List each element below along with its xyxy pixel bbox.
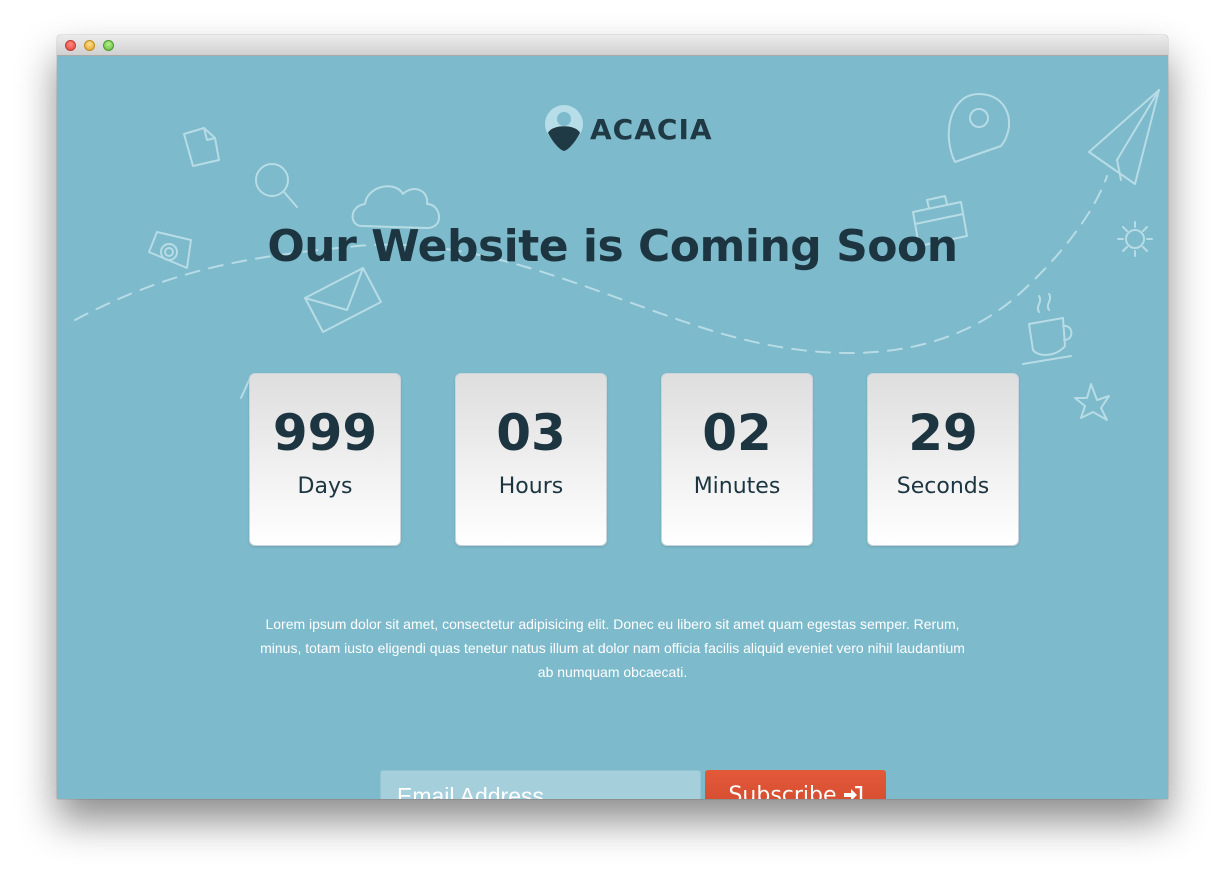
- countdown-minutes: 02 Minutes: [661, 373, 813, 546]
- countdown-seconds-value: 29: [908, 404, 978, 462]
- countdown-minutes-label: Minutes: [693, 474, 781, 499]
- paper-plane-icon: [1088, 89, 1160, 185]
- countdown-hours: 03 Hours: [455, 373, 607, 546]
- brand-name: ACACIA: [590, 112, 713, 146]
- subscribe-button[interactable]: Subscribe: [705, 770, 886, 799]
- countdown-days: 999 Days: [249, 373, 401, 546]
- countdown-days-label: Days: [297, 474, 353, 499]
- page-title: Our Website is Coming Soon: [267, 221, 958, 272]
- close-window-button[interactable]: [65, 40, 76, 51]
- subscribe-button-label: Subscribe: [728, 782, 837, 800]
- email-field[interactable]: [380, 770, 701, 799]
- star-icon: [1074, 383, 1110, 421]
- envelope-icon: [304, 267, 382, 333]
- acacia-logo-icon: [545, 105, 583, 151]
- browser-window: ACACIA Our Website is Coming Soon 999 Da…: [57, 35, 1168, 799]
- countdown-seconds-label: Seconds: [896, 474, 990, 499]
- zoom-window-button[interactable]: [103, 40, 114, 51]
- countdown-seconds: 29 Seconds: [867, 373, 1019, 546]
- brand-logo: ACACIA: [544, 104, 713, 154]
- countdown-days-value: 999: [272, 404, 378, 462]
- minimize-window-button[interactable]: [84, 40, 95, 51]
- map-pin-icon: [947, 93, 1010, 163]
- countdown-hours-label: Hours: [498, 474, 564, 499]
- countdown-hours-value: 03: [496, 404, 566, 462]
- coming-soon-page: ACACIA Our Website is Coming Soon 999 Da…: [57, 56, 1168, 799]
- countdown-minutes-value: 02: [702, 404, 772, 462]
- sign-in-icon: [843, 786, 862, 799]
- document-icon: [183, 127, 220, 167]
- search-doodle-icon: [255, 163, 298, 208]
- window-titlebar: [57, 35, 1168, 56]
- description-text: Lorem ipsum dolor sit amet, consectetur …: [260, 616, 965, 680]
- coffee-cup-icon: [1022, 293, 1073, 365]
